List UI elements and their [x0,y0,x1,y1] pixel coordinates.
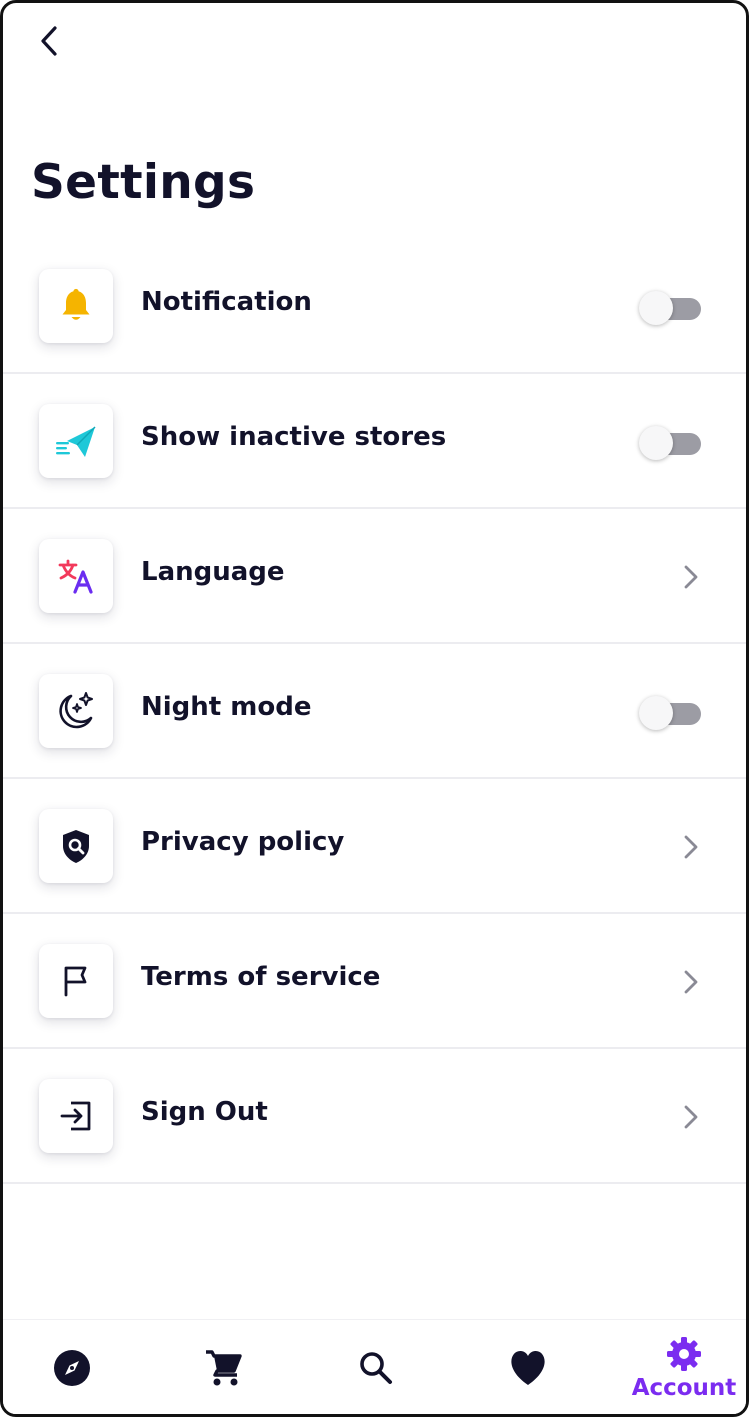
setting-icon-box [39,674,113,748]
back-button[interactable] [29,21,69,61]
setting-row-language[interactable]: Language [3,509,746,644]
setting-row-privacy-policy[interactable]: Privacy policy [3,779,746,914]
page-title: Settings [31,155,256,210]
bell-icon [62,288,90,320]
setting-label-show-inactive-stores: Show inactive stores [141,422,447,452]
gear-icon [667,1336,701,1371]
nav-item-explore[interactable] [17,1320,127,1414]
notification-toggle[interactable] [639,291,701,325]
setting-label-night-mode: Night mode [141,692,312,722]
chevron-right-icon [684,835,698,859]
setting-row-night-mode[interactable]: Night mode [3,644,746,779]
nav-item-account[interactable]: Account [625,1320,743,1414]
toggle-knob [639,426,673,460]
nav-item-favorites[interactable] [473,1320,583,1414]
setting-row-terms-of-service[interactable]: Terms of service [3,914,746,1049]
setting-row-notification[interactable]: Notification [3,239,746,374]
setting-icon-box [39,809,113,883]
nav-item-search[interactable] [321,1320,431,1414]
sign-out-icon [60,1101,91,1131]
chevron-right-icon [684,565,698,589]
sign-out-chevron[interactable] [677,1103,705,1131]
bottom-nav: Account [3,1319,746,1414]
setting-row-sign-out[interactable]: Sign Out [3,1049,746,1184]
search-icon [360,1351,392,1384]
moon-stars-icon [59,692,93,729]
setting-row-show-inactive-stores[interactable]: Show inactive stores [3,374,746,509]
setting-label-language: Language [141,557,285,587]
toggle-knob [639,696,673,730]
nav-item-cart[interactable] [169,1320,279,1414]
setting-icon-box [39,539,113,613]
language-chevron[interactable] [677,563,705,591]
translate-icon [58,559,93,594]
chevron-right-icon [684,1105,698,1129]
setting-label-privacy-policy: Privacy policy [141,827,345,857]
setting-label-terms-of-service: Terms of service [141,962,381,992]
cart-icon [206,1349,242,1385]
heart-icon [511,1350,545,1385]
setting-label-sign-out: Sign Out [141,1097,268,1127]
compass-icon [54,1349,90,1386]
setting-icon-box [39,1079,113,1153]
night-mode-toggle[interactable] [639,696,701,730]
settings-screen: Settings Notification Show inactive stor… [0,0,749,1417]
privacy-policy-chevron[interactable] [677,833,705,861]
setting-icon-box [39,269,113,343]
setting-label-notification: Notification [141,287,312,317]
toggle-knob [639,291,673,325]
terms-of-service-chevron[interactable] [677,968,705,996]
settings-list: Notification Show inactive stores Langua… [3,239,746,1184]
nav-label-account: Account [631,1374,737,1401]
paper-plane-icon [56,426,96,457]
show-inactive-stores-toggle[interactable] [639,426,701,460]
setting-icon-box [39,944,113,1018]
setting-icon-box [39,404,113,478]
chevron-left-icon [41,26,57,56]
flag-icon [64,966,87,997]
chevron-right-icon [684,970,698,994]
shield-search-icon [63,830,89,863]
